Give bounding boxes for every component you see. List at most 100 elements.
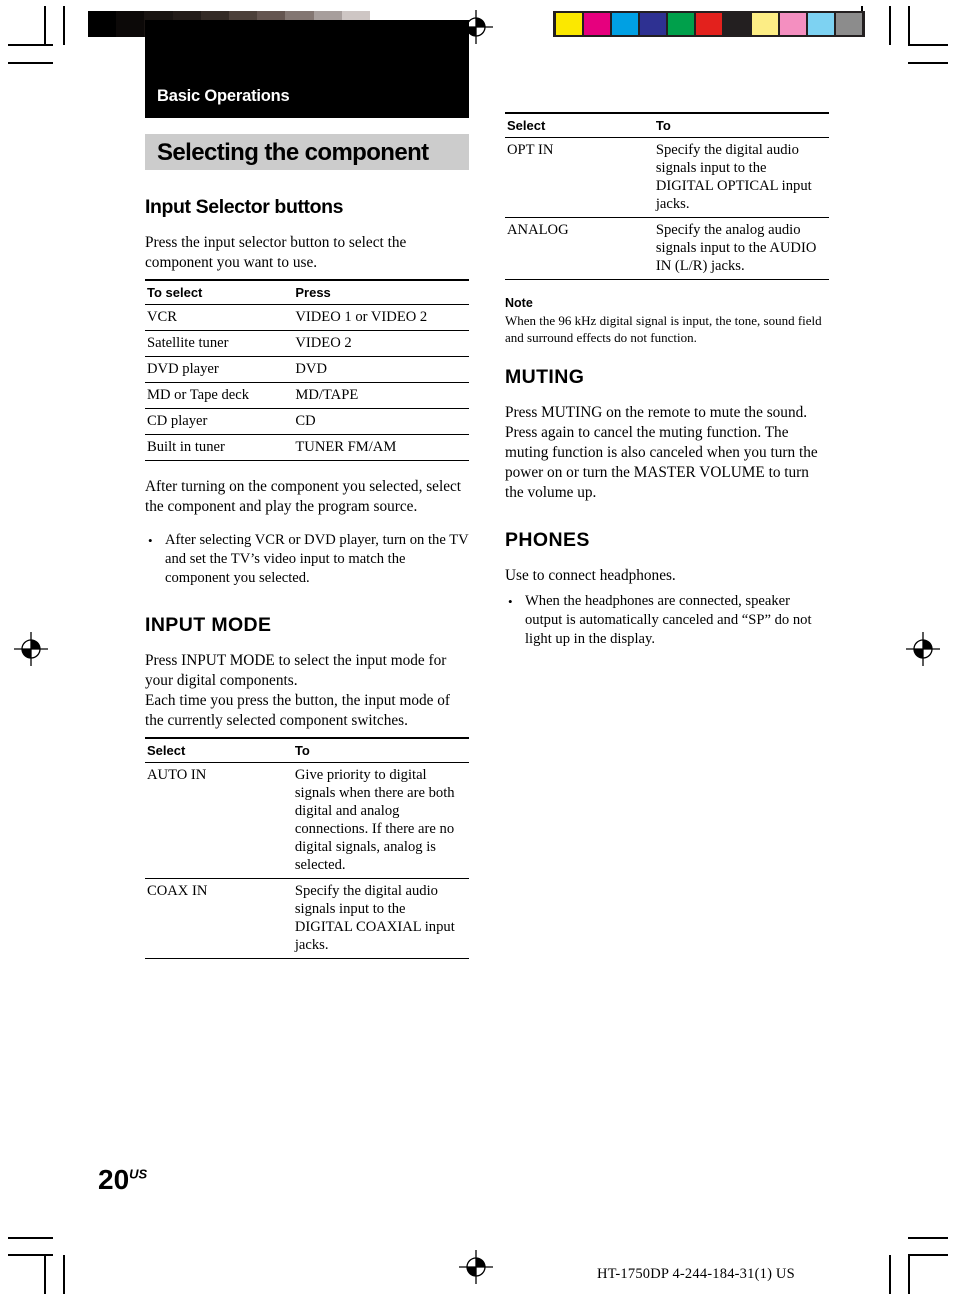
table-input-selector: To select Press VCR VIDEO 1 or VIDEO 2 S… [145, 279, 469, 461]
table-header-row: Select To [145, 737, 469, 763]
crop-mark-bottom-right-horizontal [908, 1237, 948, 1239]
crop-mark-top-right-horizontal [908, 44, 948, 46]
table-cell: CD [293, 408, 469, 435]
heading-phones: PHONES [505, 529, 590, 551]
paragraph-after-turning-on: After turning on the component you selec… [145, 478, 462, 515]
color-swatch [808, 13, 834, 35]
color-swatch [668, 13, 694, 35]
color-swatch [584, 13, 610, 35]
color-swatch [836, 13, 862, 35]
table-header-cell: Select [505, 112, 654, 138]
table-header-cell: Select [145, 737, 293, 763]
chapter-label: Basic Operations [157, 87, 290, 105]
paragraph-phones: Use to connect headphones. [505, 567, 676, 584]
table-cell: Specify the analog audio signals input t… [653, 217, 829, 280]
table-row: CD player CD [145, 408, 469, 435]
table-cell: Specify the digital audio signals input … [653, 137, 829, 218]
heading-input-selector-buttons: Input Selector buttons [145, 196, 344, 218]
table-cell: VIDEO 2 [293, 330, 469, 357]
bullet-list-input-selector: After selecting VCR or DVD player, turn … [145, 531, 469, 588]
crop-mark-bottom-right-horizontal-2 [908, 1254, 948, 1256]
crop-mark-top-right-vertical-2 [889, 6, 891, 45]
grayscale-swatch [88, 11, 117, 37]
table-cell: ANALOG [505, 217, 654, 280]
table-cell: AUTO IN [145, 762, 293, 879]
grayscale-swatch [116, 11, 145, 37]
table-cell: MD or Tape deck [145, 382, 294, 409]
table-row: DVD player DVD [145, 356, 469, 383]
table-header-row: To select Press [145, 279, 469, 305]
table-input-mode-continued: Select To OPT IN Specify the digital aud… [505, 112, 829, 280]
paragraph-input-mode-1: Press INPUT MODE to select the input mod… [145, 652, 447, 689]
table-row: COAX IN Specify the digital audio signal… [145, 878, 469, 959]
table-cell: Built in tuner [145, 434, 294, 461]
page-number-suffix: US [129, 1166, 148, 1182]
list-item: After selecting VCR or DVD player, turn … [145, 531, 469, 588]
registration-target-bottom [459, 1250, 493, 1284]
color-swatch [612, 13, 638, 35]
crop-mark-bottom-left-horizontal-2 [8, 1254, 53, 1256]
table-cell: Satellite tuner [145, 330, 294, 357]
table-cell: TUNER FM/AM [293, 434, 469, 461]
paragraph-muting: Press MUTING on the remote to mute the s… [505, 404, 818, 501]
table-cell: Give priority to digital signals when th… [292, 762, 469, 879]
table-row: MD or Tape deck MD/TAPE [145, 382, 469, 409]
table-header-cell: To [653, 112, 829, 138]
page-title-bar: Selecting the component [145, 134, 469, 170]
table-cell: DVD [293, 356, 469, 383]
table-cell: Specify the digital audio signals input … [292, 878, 469, 959]
table-header-cell: To [292, 737, 469, 763]
page-number-value: 20 [98, 1164, 130, 1195]
heading-muting: MUTING [505, 366, 585, 388]
table-row: Satellite tuner VIDEO 2 [145, 330, 469, 357]
right-column: Select To OPT IN Specify the digital aud… [505, 112, 829, 663]
left-column: Input Selector buttons Press the input s… [145, 196, 469, 975]
chapter-banner: Basic Operations [145, 20, 469, 118]
list-item: When the headphones are connected, speak… [505, 592, 829, 649]
paragraph-input-selector-intro: Press the input selector button to selec… [145, 234, 407, 271]
color-swatch [696, 13, 722, 35]
table-cell: OPT IN [505, 137, 654, 218]
crop-mark-bottom-left-vertical [44, 1255, 46, 1294]
table-cell: COAX IN [145, 878, 293, 959]
page-number: 20US [98, 1164, 147, 1196]
color-swatch [752, 13, 778, 35]
color-swatch [724, 13, 750, 35]
footer-document-code: HT-1750DP 4-244-184-31(1) US [597, 1266, 795, 1282]
table-row: ANALOG Specify the analog audio signals … [505, 217, 829, 280]
page-title: Selecting the component [157, 139, 429, 166]
table-input-mode: Select To AUTO IN Give priority to digit… [145, 737, 469, 959]
table-cell: DVD player [145, 356, 294, 383]
table-cell: CD player [145, 408, 294, 435]
table-row: Built in tuner TUNER FM/AM [145, 434, 469, 461]
crop-mark-top-left-horizontal-2 [8, 62, 53, 64]
table-header-row: Select To [505, 112, 829, 138]
bullet-list-phones: When the headphones are connected, speak… [505, 592, 829, 649]
crop-mark-bottom-left-vertical-2 [63, 1255, 65, 1294]
color-swatch [556, 13, 582, 35]
crop-mark-top-left-vertical-2 [63, 6, 65, 45]
color-swatch [640, 13, 666, 35]
heading-input-mode: INPUT MODE [145, 614, 272, 636]
table-row: AUTO IN Give priority to digital signals… [145, 762, 469, 879]
table-cell: MD/TAPE [293, 382, 469, 409]
paragraph-input-mode-2: Each time you press the button, the inpu… [145, 692, 451, 729]
registration-target-left [14, 632, 48, 666]
crop-mark-bottom-right-vertical-2 [889, 1255, 891, 1294]
note-label: Note [505, 296, 533, 310]
crop-mark-bottom-left-horizontal [8, 1237, 53, 1239]
registration-target-right [906, 632, 940, 666]
table-row: VCR VIDEO 1 or VIDEO 2 [145, 304, 469, 331]
crop-mark-top-right-vertical [908, 6, 910, 45]
table-header-cell: To select [145, 279, 294, 305]
table-row: OPT IN Specify the digital audio signals… [505, 137, 829, 218]
crop-mark-bottom-right-vertical [908, 1255, 910, 1294]
color-calibration-strip [553, 11, 865, 37]
table-cell: VCR [145, 304, 294, 331]
crop-mark-top-left-vertical [44, 6, 46, 45]
note-text: When the 96 kHz digital signal is input,… [505, 313, 822, 345]
crop-mark-top-left-horizontal [8, 44, 53, 46]
table-header-cell: Press [293, 279, 469, 305]
crop-mark-top-right-horizontal-2 [908, 62, 948, 64]
table-cell: VIDEO 1 or VIDEO 2 [293, 304, 469, 331]
